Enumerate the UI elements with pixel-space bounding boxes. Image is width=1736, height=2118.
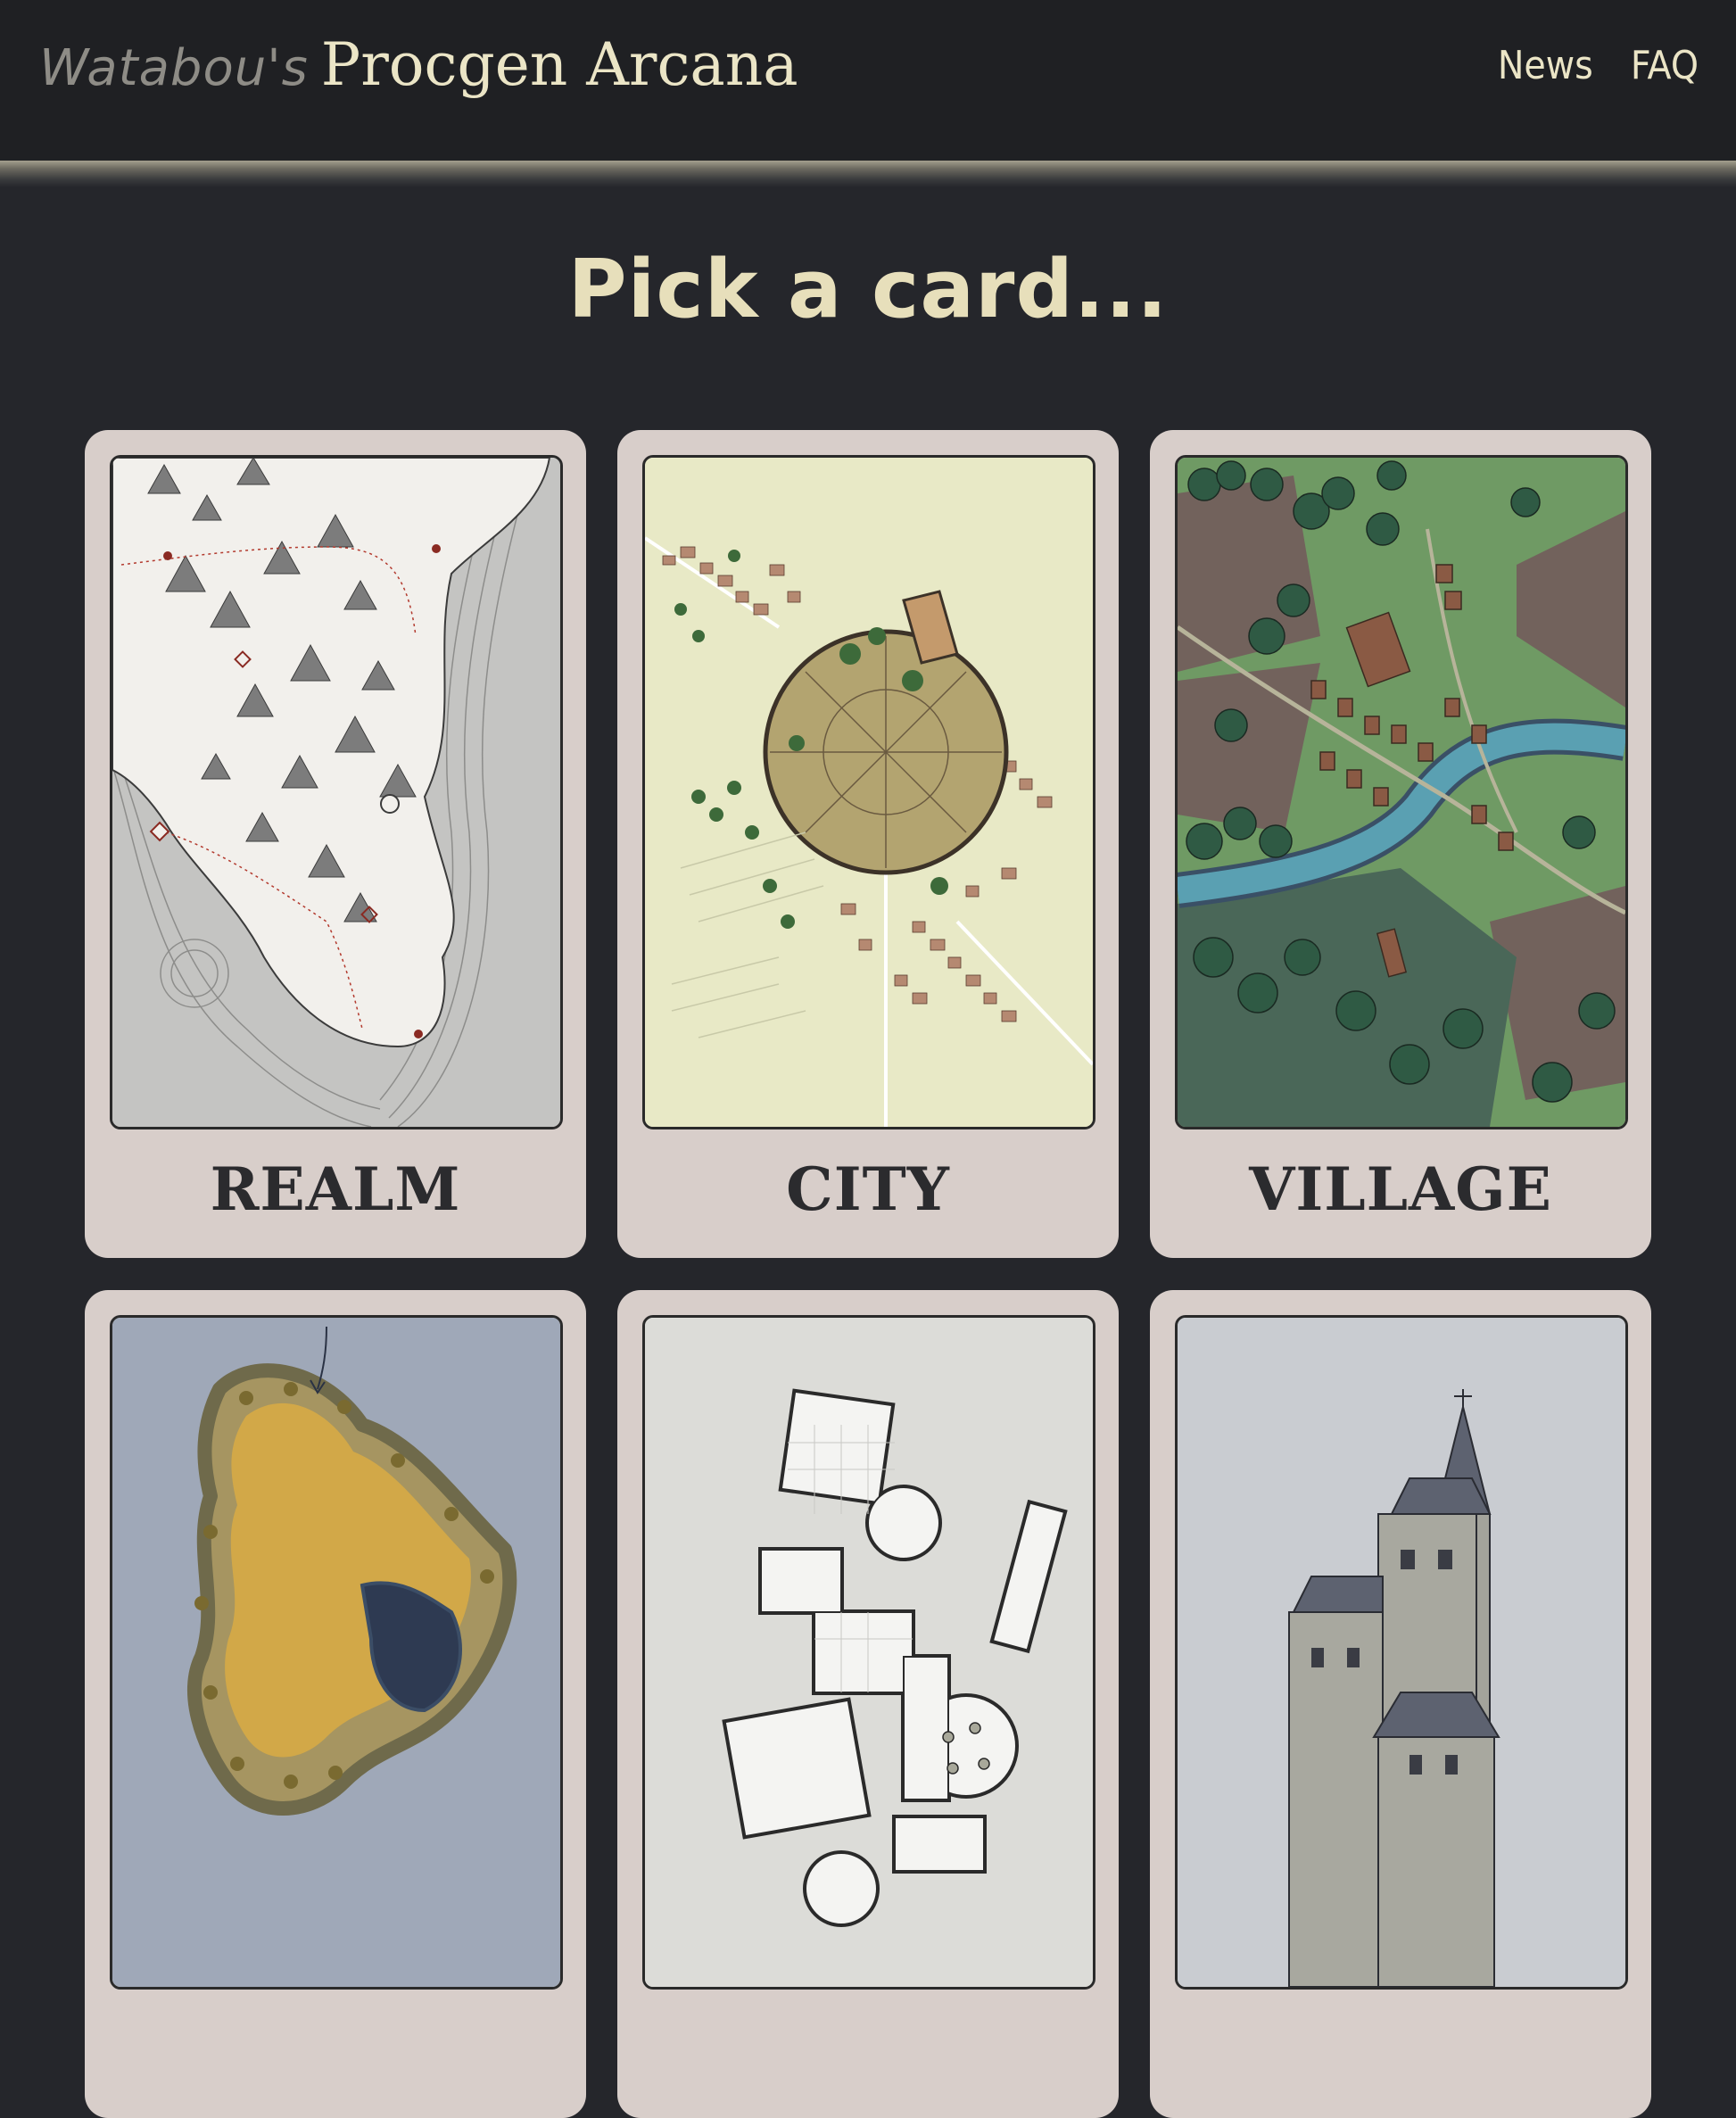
nav-faq-link[interactable]: FAQ [1631,43,1699,88]
brand-name: Procgen Arcana [320,30,798,99]
card-realm[interactable]: REALM [85,430,586,1258]
card-village[interactable]: VILLAGE [1150,430,1651,1258]
village-map-illustration [1175,455,1628,1129]
card-city[interactable]: CITY [617,430,1119,1258]
site-brand[interactable]: Watabou's Procgen Arcana [39,30,798,99]
card-label: VILLAGE [1249,1154,1552,1224]
card-island[interactable] [85,1290,586,2118]
brand-prefix: Watabou's [39,39,309,97]
island-map-illustration [110,1315,563,1990]
building-illustration [1175,1315,1628,1990]
card-label: REALM [210,1154,461,1224]
card-label: CITY [786,1154,950,1224]
city-map-illustration [642,455,1095,1129]
dungeon-map-illustration [642,1315,1095,1990]
site-header: Watabou's Procgen Arcana News FAQ [0,0,1736,161]
nav-news-link[interactable]: News [1498,43,1593,88]
card-dungeon[interactable] [617,1290,1119,2118]
realm-map-illustration [110,455,563,1129]
top-nav: News FAQ [1498,43,1699,88]
page-title: Pick a card... [567,243,1169,336]
header-divider [0,161,1736,187]
card-building[interactable] [1150,1290,1651,2118]
